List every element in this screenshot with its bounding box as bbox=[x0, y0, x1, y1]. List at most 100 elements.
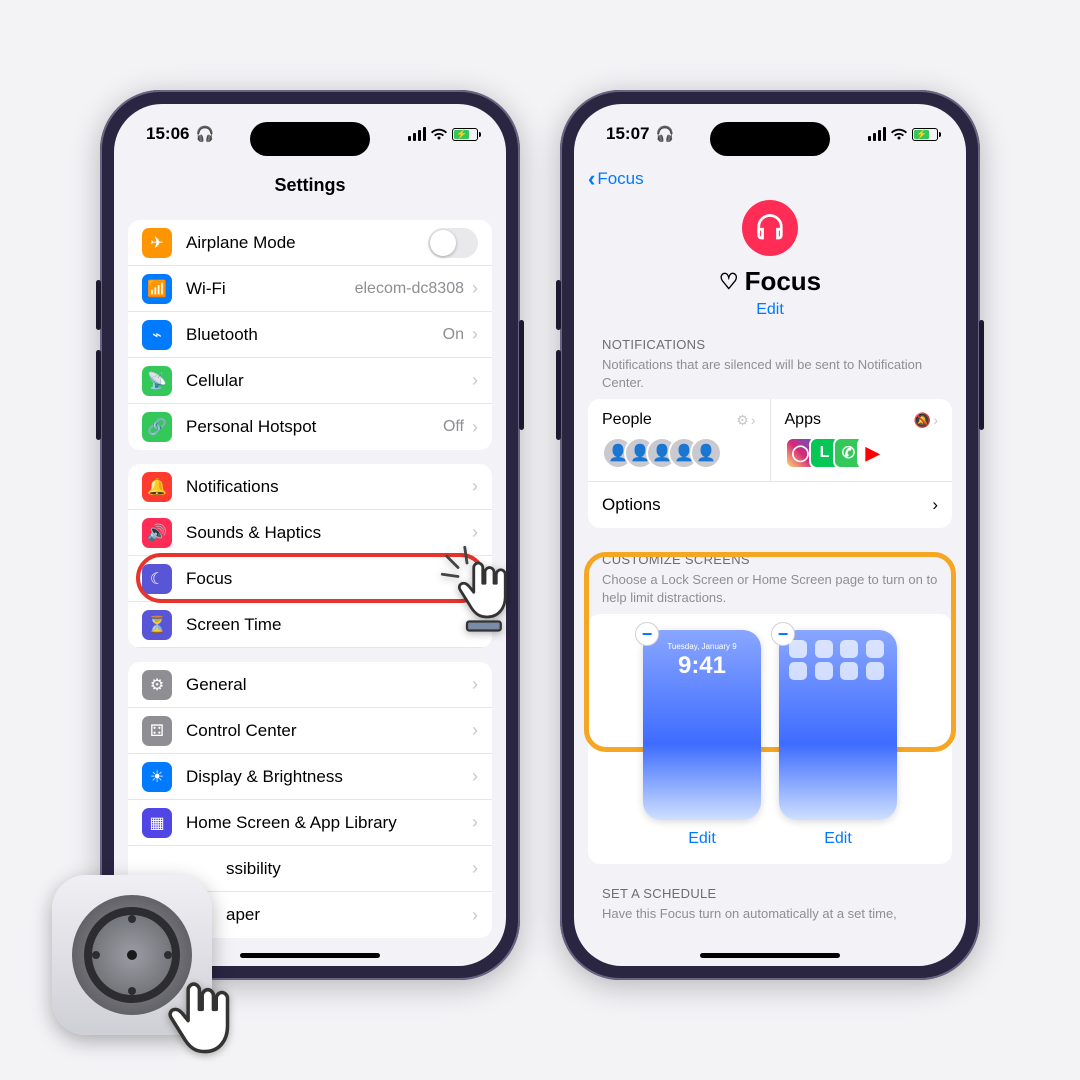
chevron-right-icon: › bbox=[472, 370, 478, 391]
chevron-right-icon: › bbox=[472, 417, 478, 438]
gear-icon: ⚙ bbox=[142, 670, 172, 700]
options-row[interactable]: Options › bbox=[588, 481, 952, 528]
chevron-right-icon: › bbox=[472, 905, 478, 926]
settings-row-focus[interactable]: ☾Focus› bbox=[128, 556, 492, 602]
tap-hand-icon bbox=[160, 970, 250, 1060]
schedule-header: SET A SCHEDULE bbox=[574, 864, 966, 905]
apps-cell[interactable]: Apps🔕› ◯ L ✆ ▶ bbox=[771, 399, 953, 481]
battery-icon: ⚡ bbox=[912, 128, 938, 141]
signal-icon bbox=[868, 127, 886, 141]
chevron-right-icon: › bbox=[472, 812, 478, 833]
home-screen-preview[interactable]: − Edit bbox=[779, 630, 897, 848]
phone-left: 15:06 🎧 ⚡ Settings ✈Airplane Mode📶Wi-Fie… bbox=[100, 90, 520, 980]
settings-row-airplane-mode[interactable]: ✈ Airplane Mode bbox=[128, 220, 492, 266]
lock-screen-preview[interactable]: − Tuesday, January 9 9:41 Edit bbox=[643, 630, 761, 848]
settings-row-personal-hotspot[interactable]: 🔗 Personal HotspotOff › bbox=[128, 404, 492, 450]
row-label: Focus bbox=[186, 569, 464, 589]
settings-row-screen-time[interactable]: ⏳Screen Time› bbox=[128, 602, 492, 648]
settings-row-sounds-haptics[interactable]: 🔊Sounds & Haptics› bbox=[128, 510, 492, 556]
focus-mode-icon bbox=[742, 200, 798, 256]
wifi-icon: 📶 bbox=[142, 274, 172, 304]
tap-hand-icon bbox=[440, 545, 530, 635]
sun-icon: ☀ bbox=[142, 762, 172, 792]
clock: 15:06 bbox=[146, 124, 189, 144]
settings-row-cellular[interactable]: 📡 Cellular › bbox=[128, 358, 492, 404]
bell-slash-icon: 🔕 bbox=[914, 412, 931, 429]
row-label: Personal Hotspot bbox=[186, 417, 443, 437]
airplane-icon: ✈ bbox=[142, 228, 172, 258]
back-label: Focus bbox=[597, 169, 643, 189]
chevron-right-icon: › bbox=[472, 766, 478, 787]
youtube-icon: ▶ bbox=[857, 437, 889, 469]
gear-small-icon: ⚙ bbox=[736, 412, 749, 429]
app-icons: ◯ L ✆ ▶ bbox=[785, 437, 939, 469]
settings-row-home-screen-app-library[interactable]: ▦ Home Screen & App Library › bbox=[128, 800, 492, 846]
chevron-right-icon: › bbox=[472, 674, 478, 695]
bell-icon: 🔔 bbox=[142, 472, 172, 502]
clock: 15:07 bbox=[606, 124, 649, 144]
home-indicator bbox=[240, 953, 380, 958]
heart-icon: ♡ bbox=[719, 269, 739, 295]
people-avatars: 👤👤👤👤👤 bbox=[602, 437, 756, 469]
row-label: aper bbox=[186, 905, 464, 925]
chevron-right-icon: › bbox=[472, 858, 478, 879]
airplane-toggle[interactable] bbox=[428, 228, 478, 258]
screen-focus: 15:07 🎧 ⚡ ‹ Focus ♡ Focus bbox=[574, 104, 966, 966]
chevron-right-icon: › bbox=[472, 720, 478, 741]
navbar: Settings bbox=[114, 164, 506, 206]
headphones-icon: 🎧 bbox=[655, 125, 674, 143]
edit-focus-button[interactable]: Edit bbox=[756, 301, 784, 319]
row-label: Notifications bbox=[186, 477, 464, 497]
customize-desc: Choose a Lock Screen or Home Screen page… bbox=[574, 571, 966, 614]
back-button[interactable]: ‹ Focus bbox=[588, 168, 644, 190]
row-label: Home Screen & App Library bbox=[186, 813, 464, 833]
headphones-icon: 🎧 bbox=[195, 125, 214, 143]
edit-home-button[interactable]: Edit bbox=[824, 830, 852, 848]
notifications-card: People⚙› 👤👤👤👤👤 Apps🔕› ◯ L ✆ ▶ bbox=[588, 399, 952, 528]
hotspot-icon: 🔗 bbox=[142, 412, 172, 442]
focus-title: ♡ Focus bbox=[574, 266, 966, 297]
chevron-right-icon: › bbox=[472, 324, 478, 345]
page-title: Settings bbox=[274, 175, 345, 196]
phone-right: 15:07 🎧 ⚡ ‹ Focus ♡ Focus bbox=[560, 90, 980, 980]
settings-row-notifications[interactable]: 🔔Notifications› bbox=[128, 464, 492, 510]
chevron-right-icon: › bbox=[932, 495, 938, 515]
notifications-desc: Notifications that are silenced will be … bbox=[574, 356, 966, 399]
wifi-icon bbox=[890, 128, 908, 141]
row-label: Cellular bbox=[186, 371, 464, 391]
bluetooth-icon: ⌁ bbox=[142, 320, 172, 350]
row-label: ssibility bbox=[186, 859, 464, 879]
row-label: General bbox=[186, 675, 464, 695]
row-label: Screen Time bbox=[186, 615, 464, 635]
cellular-icon: 📡 bbox=[142, 366, 172, 396]
row-label: Display & Brightness bbox=[186, 767, 464, 787]
home-indicator bbox=[700, 953, 840, 958]
switches-icon: ⚃ bbox=[142, 716, 172, 746]
grid-icon: ▦ bbox=[142, 808, 172, 838]
hourglass-icon: ⏳ bbox=[142, 610, 172, 640]
row-label: Bluetooth bbox=[186, 325, 443, 345]
schedule-desc: Have this Focus turn on automatically at… bbox=[574, 905, 966, 931]
chevron-right-icon: › bbox=[933, 412, 938, 428]
row-label: Control Center bbox=[186, 721, 464, 741]
dynamic-island bbox=[710, 122, 830, 156]
settings-row-general[interactable]: ⚙ General › bbox=[128, 662, 492, 708]
people-cell[interactable]: People⚙› 👤👤👤👤👤 bbox=[588, 399, 771, 481]
battery-icon: ⚡ bbox=[452, 128, 478, 141]
chevron-right-icon: › bbox=[751, 412, 756, 428]
chevron-left-icon: ‹ bbox=[588, 168, 595, 190]
speaker-icon: 🔊 bbox=[142, 518, 172, 548]
row-value: On bbox=[443, 326, 464, 344]
wifi-icon bbox=[430, 128, 448, 141]
row-value: elecom-dc8308 bbox=[355, 280, 464, 298]
settings-row-control-center[interactable]: ⚃ Control Center › bbox=[128, 708, 492, 754]
dynamic-island bbox=[250, 122, 370, 156]
edit-lock-button[interactable]: Edit bbox=[688, 830, 716, 848]
chevron-right-icon: › bbox=[472, 522, 478, 543]
settings-row-wi-fi[interactable]: 📶Wi-Fielecom-dc8308› bbox=[128, 266, 492, 312]
row-value: Off bbox=[443, 418, 464, 436]
chevron-right-icon: › bbox=[472, 278, 478, 299]
settings-row-display-brightness[interactable]: ☀ Display & Brightness › bbox=[128, 754, 492, 800]
settings-row-bluetooth[interactable]: ⌁ BluetoothOn › bbox=[128, 312, 492, 358]
row-label: Airplane Mode bbox=[186, 233, 428, 253]
